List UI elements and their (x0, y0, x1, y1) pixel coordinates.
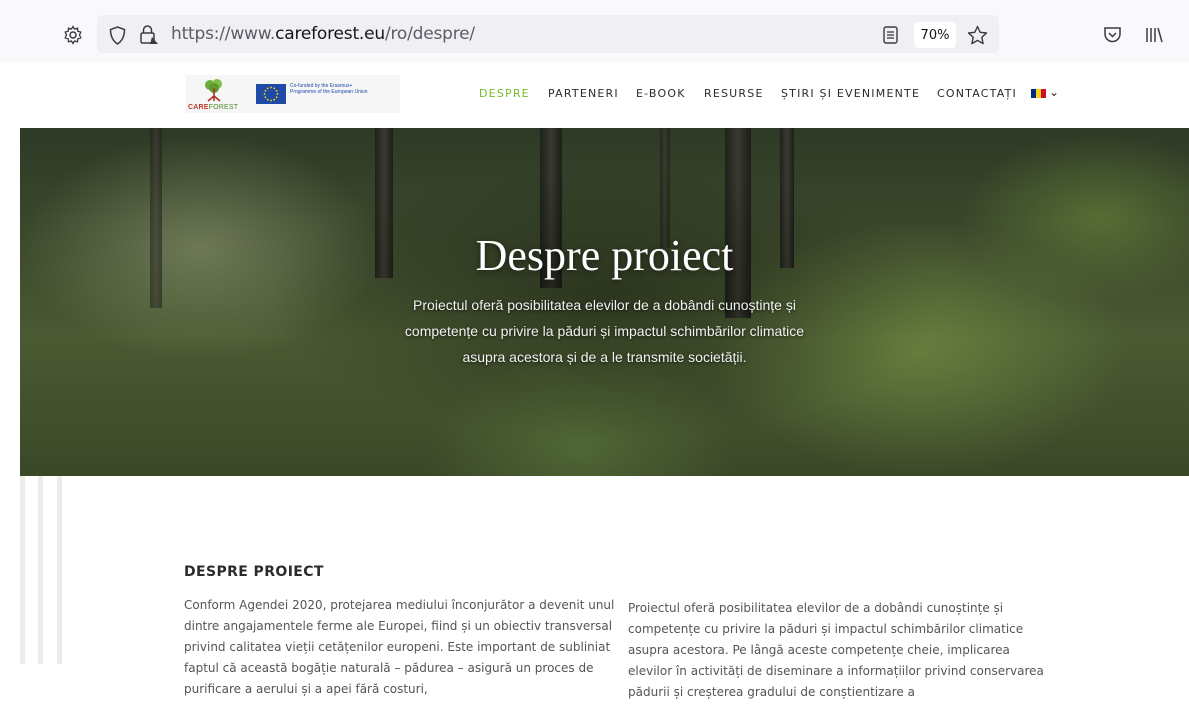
gear-icon[interactable] (62, 24, 84, 46)
wordmark-forest: FOREST (208, 104, 239, 111)
chevron-down-icon[interactable]: ⌄ (1049, 85, 1060, 99)
eu-star (273, 98, 276, 101)
content-right-column: Proiectul oferă posibilitatea elevilor d… (628, 601, 1044, 699)
zoom-level-button[interactable]: 70% (914, 22, 956, 48)
pocket-icon[interactable] (1101, 24, 1123, 46)
careforest-wordmark: CAREFOREST (188, 104, 238, 111)
nav-parteneri[interactable]: PARTENERI (548, 87, 619, 100)
url-domain: careforest.eu (275, 24, 385, 44)
eu-star (275, 89, 278, 92)
shield-icon[interactable] (107, 24, 127, 46)
eu-cofunded-text: Co-funded by the Erasmus+ Programme of t… (290, 83, 368, 95)
hero-banner: Despre proiect Proiectul oferă posibilit… (20, 128, 1189, 476)
section-title: DESPRE PROIECT (184, 564, 324, 580)
eu-star (266, 87, 269, 90)
hero-subtitle: Proiectul oferă posibilitatea elevilor d… (404, 297, 805, 365)
url-path: /ro/despre/ (384, 24, 475, 44)
eu-star (264, 96, 267, 99)
eu-star (276, 93, 279, 95)
url-prefix: https://www. (171, 24, 276, 44)
wordmark-care: CARE (188, 104, 209, 111)
eu-star (270, 86, 272, 89)
content-left-column: Conform Agendei 2020, protejarea mediulu… (184, 598, 615, 696)
hero-title: Despre proiect (475, 231, 734, 280)
eu-star (270, 99, 272, 102)
library-icon[interactable] (1143, 24, 1165, 46)
reader-view-icon[interactable] (880, 24, 900, 46)
bookmark-star-icon[interactable] (965, 23, 989, 47)
tree-logo-icon (201, 78, 227, 107)
eu-star (264, 89, 267, 92)
eu-star (266, 98, 269, 101)
decorative-bar (20, 476, 25, 664)
eu-star (263, 93, 266, 95)
url-text[interactable]: https://www.careforest.eu/ro/despre/ (171, 24, 475, 44)
eu-star (275, 96, 278, 99)
eu-flag-icon (256, 84, 286, 104)
nav-stiri-si-evenimente[interactable]: ȘTIRI ȘI EVENIMENTE (781, 87, 920, 100)
nav-contactati[interactable]: CONTACTAȚI (937, 87, 1017, 100)
decorative-bar (38, 476, 43, 664)
nav-e-book[interactable]: E-BOOK (636, 87, 686, 100)
lock-icon[interactable] (137, 23, 161, 47)
language-flag-icon[interactable] (1031, 89, 1046, 98)
nav-despre[interactable]: DESPRE (479, 87, 530, 100)
eu-star (273, 87, 276, 90)
browser-toolbar: https://www.careforest.eu/ro/despre/ 70% (0, 0, 1189, 62)
nav-resurse[interactable]: RESURSE (704, 87, 764, 100)
decorative-bar (57, 476, 62, 664)
